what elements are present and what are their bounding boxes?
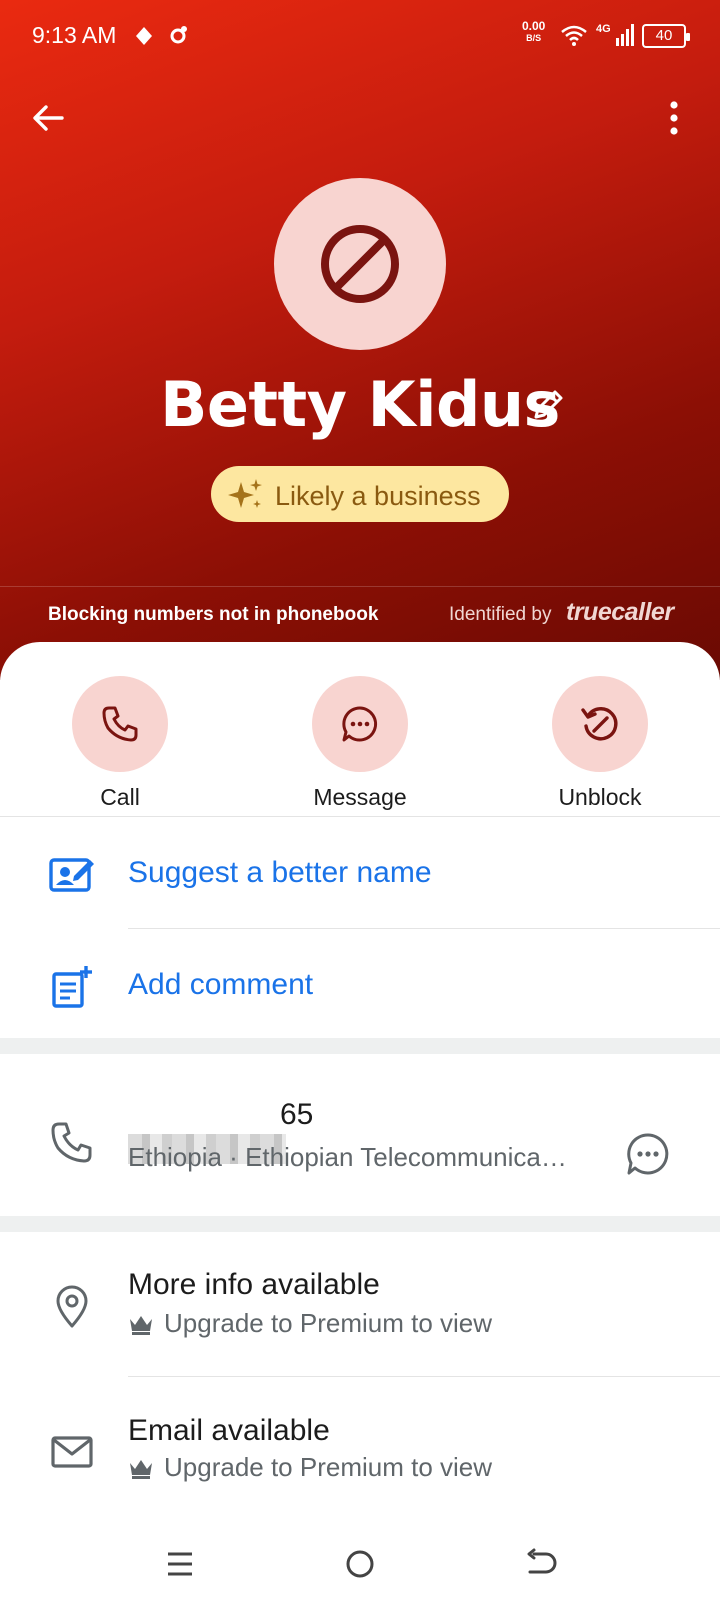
- section-gap: [0, 1216, 720, 1232]
- phone-icon: [102, 706, 138, 742]
- badge-label: Likely a business: [275, 481, 481, 511]
- call-action[interactable]: Call: [20, 676, 220, 811]
- signal-icon: 4G: [596, 23, 634, 46]
- phone-number-icon: [51, 1122, 92, 1163]
- network-type: 4G: [596, 23, 611, 35]
- wifi-icon: [561, 25, 587, 46]
- sparkle-icon: [228, 479, 262, 508]
- contact-name: Betty Kidus: [160, 368, 560, 441]
- suggest-name-icon: [49, 858, 94, 892]
- suggest-better-name-link[interactable]: Suggest a better name: [128, 856, 432, 890]
- likely-business-badge: Likely a business: [211, 466, 509, 522]
- blocked-icon: [321, 225, 399, 303]
- location-pin-icon: [56, 1285, 88, 1328]
- unblock-button[interactable]: [552, 676, 648, 772]
- email-icon: [51, 1436, 93, 1468]
- identified-by-label: Identified by: [449, 604, 552, 625]
- message-button[interactable]: [312, 676, 408, 772]
- phone-number-suffix[interactable]: 65: [280, 1098, 313, 1132]
- add-comment-link[interactable]: Add comment: [128, 968, 313, 1002]
- divider: [0, 816, 720, 817]
- carrier-info: Ethiopia · Ethiopian Telecommunica…: [128, 1142, 567, 1172]
- message-action[interactable]: Message: [260, 676, 460, 811]
- edit-pencil-icon[interactable]: [528, 385, 568, 425]
- more-info-premium: Upgrade to Premium to view: [128, 1308, 598, 1339]
- truecaller-logo: truecaller: [566, 598, 674, 626]
- contact-header: 9:13 AM 0.00 B/S 4G 40 Betty Kidus Likel…: [0, 0, 720, 680]
- unblock-label: Unblock: [558, 784, 642, 810]
- call-label: Call: [100, 784, 140, 810]
- more-info-title[interactable]: More info available: [128, 1268, 380, 1302]
- unblock-action[interactable]: Unblock: [500, 676, 700, 811]
- crown-icon: [130, 1460, 152, 1479]
- status-time: 9:13 AM: [32, 22, 117, 48]
- blocking-notice: Blocking numbers not in phonebook: [48, 604, 379, 625]
- avatar: [274, 178, 446, 350]
- back-arrow-icon[interactable]: [28, 98, 68, 138]
- header-divider: [0, 586, 720, 587]
- email-premium: Upgrade to Premium to view: [128, 1452, 598, 1483]
- recent-apps-icon[interactable]: [160, 1544, 200, 1584]
- divider: [128, 1376, 720, 1377]
- net-speed: 0.00 B/S: [522, 19, 546, 43]
- call-button[interactable]: [72, 676, 168, 772]
- section-gap: [0, 1038, 720, 1054]
- back-nav-icon[interactable]: [520, 1544, 560, 1584]
- add-comment-icon: [52, 966, 92, 1008]
- unblock-icon: [581, 707, 618, 741]
- notification-settings-icon: [170, 26, 187, 44]
- chat-bubble-icon: [342, 706, 378, 742]
- battery-icon: 40: [642, 24, 690, 48]
- home-circle-icon[interactable]: [340, 1544, 380, 1584]
- crown-icon: [130, 1316, 152, 1335]
- system-nav-bar: [0, 1518, 720, 1612]
- notification-drive-icon: [136, 27, 152, 45]
- more-options-icon[interactable]: [654, 98, 694, 138]
- email-available-title[interactable]: Email available: [128, 1414, 330, 1448]
- divider: [128, 928, 720, 929]
- status-bar: 9:13 AM 0.00 B/S 4G 40: [0, 0, 720, 72]
- message-label: Message: [313, 784, 407, 810]
- message-number-icon[interactable]: [624, 1130, 672, 1178]
- details-panel: Call Message Unblock Suggest a better na…: [0, 642, 720, 1612]
